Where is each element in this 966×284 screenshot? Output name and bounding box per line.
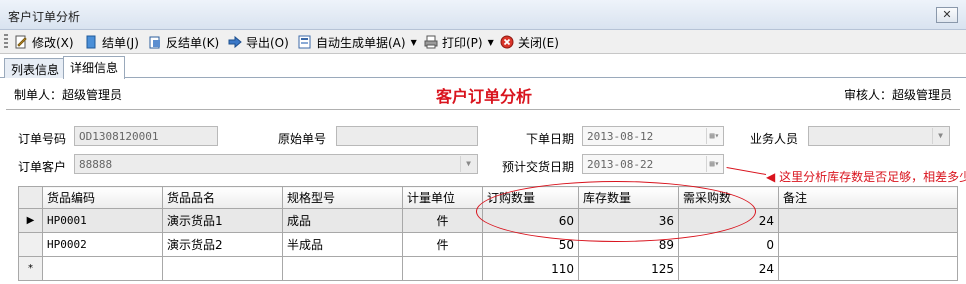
form-generate-icon: [298, 35, 311, 49]
divider: [6, 109, 960, 110]
total-stock: 125: [578, 256, 679, 281]
total-ordered: 110: [482, 256, 579, 281]
maker-label: 制单人：超级管理员: [14, 88, 123, 102]
export-label: 导出(O): [246, 35, 289, 50]
order-no-label: 订单号码: [18, 132, 67, 146]
chevron-down-icon[interactable]: ▼: [460, 156, 476, 172]
annotation-note: ◀ 这里分析库存数是否足够，相差多少: [766, 168, 966, 185]
total-need: 24: [678, 256, 779, 281]
salesperson-label: 业务人员: [750, 132, 799, 146]
table-row[interactable]: ▶ HP0001 演示货品1 成品 件 60 36 24: [18, 208, 958, 233]
cell-code[interactable]: HP0002: [42, 232, 163, 257]
salesperson-select[interactable]: ▼: [808, 126, 950, 146]
cell-empty[interactable]: [42, 256, 163, 281]
modify-label: 修改(X): [32, 35, 74, 50]
column-header[interactable]: 库存数量: [578, 186, 679, 209]
page-title: 客户订单分析: [436, 87, 533, 106]
tab-strip: 列表信息 详细信息: [0, 56, 966, 79]
edit-icon: [15, 35, 27, 49]
column-header[interactable]: 需采购数: [678, 186, 779, 209]
column-header[interactable]: 规格型号: [282, 186, 403, 209]
customer-value: 88888: [79, 158, 113, 171]
auto-generate-button[interactable]: 自动生成单据(A) ▼: [298, 33, 417, 51]
column-header[interactable]: 订购数量: [482, 186, 579, 209]
column-header[interactable]: 备注: [778, 186, 958, 209]
cell-code[interactable]: HP0001: [42, 208, 163, 233]
cell-empty[interactable]: [162, 256, 283, 281]
close-label: 关闭(E): [518, 35, 559, 50]
new-row-marker[interactable]: *: [18, 256, 43, 281]
column-header[interactable]: 货品编码: [42, 186, 163, 209]
cell-note[interactable]: [778, 232, 958, 257]
row-marker[interactable]: [18, 232, 43, 257]
cell-name[interactable]: 演示货品2: [162, 232, 283, 257]
cell-note[interactable]: [778, 208, 958, 233]
row-selected-marker[interactable]: ▶: [18, 208, 43, 233]
finalize-button[interactable]: 结单(J): [84, 33, 139, 51]
printer-icon: [424, 35, 438, 49]
grid-header-row: 货品编码 货品品名 规格型号 计量单位 订购数量 库存数量 需采购数 备注: [18, 186, 958, 209]
calendar-dropdown-icon[interactable]: ▦▾: [706, 128, 722, 144]
annotation-text: 这里分析库存数是否足够，相差多少: [779, 170, 966, 184]
customer-label: 订单客户: [18, 160, 67, 174]
chevron-down-icon[interactable]: ▼: [488, 38, 494, 47]
print-label: 打印(P): [442, 35, 483, 50]
unfinalize-button[interactable]: 反结单(K): [148, 33, 219, 51]
annotation-arrow: [726, 167, 767, 175]
cell-empty[interactable]: [282, 256, 403, 281]
cell-unit[interactable]: 件: [402, 232, 483, 257]
totals-row[interactable]: * 110 125 24: [18, 256, 958, 281]
print-button[interactable]: 打印(P) ▼: [424, 33, 494, 51]
cell-unit[interactable]: 件: [402, 208, 483, 233]
calendar-dropdown-icon[interactable]: ▦▾: [706, 156, 722, 172]
tab-list-info[interactable]: 列表信息: [4, 58, 67, 78]
row-header-corner: [18, 186, 43, 209]
chevron-down-icon[interactable]: ▼: [932, 128, 948, 144]
cell-empty[interactable]: [778, 256, 958, 281]
reviewer-label: 审核人：超级管理员: [843, 88, 952, 102]
toolbar-grip[interactable]: [4, 34, 8, 50]
cell-need[interactable]: 0: [678, 232, 779, 257]
window-close-button[interactable]: ✕: [936, 7, 958, 23]
close-button[interactable]: 关闭(E): [500, 33, 559, 51]
cell-name[interactable]: 演示货品1: [162, 208, 283, 233]
chevron-down-icon[interactable]: ▼: [411, 38, 417, 47]
finalize-label: 结单(J): [102, 35, 139, 50]
cell-stock[interactable]: 89: [578, 232, 679, 257]
toolbar: 修改(X) 结单(J) 反结单(K) 导出(O) 自动生成单据(A) ▼ 打印(…: [0, 30, 966, 54]
close-circle-icon: [500, 35, 514, 49]
table-row[interactable]: HP0002 演示货品2 半成品 件 50 89 0: [18, 232, 958, 257]
cell-empty[interactable]: [402, 256, 483, 281]
arrow-left-icon: ◀: [766, 170, 776, 184]
cell-ordered[interactable]: 60: [482, 208, 579, 233]
window-title: 客户订单分析: [8, 10, 81, 24]
cell-spec[interactable]: 成品: [282, 208, 403, 233]
column-header[interactable]: 货品品名: [162, 186, 283, 209]
unfinalize-label: 反结单(K): [166, 35, 220, 50]
cell-stock[interactable]: 36: [578, 208, 679, 233]
order-grid: 货品编码 货品品名 规格型号 计量单位 订购数量 库存数量 需采购数 备注 ▶ …: [18, 186, 958, 281]
column-header[interactable]: 计量单位: [402, 186, 483, 209]
cell-need[interactable]: 24: [678, 208, 779, 233]
orig-no-label: 原始单号: [278, 132, 327, 146]
order-date-value: 2013-08-12: [587, 130, 654, 143]
order-no-field[interactable]: OD1308120001: [74, 126, 218, 146]
auto-generate-label: 自动生成单据(A): [316, 35, 406, 50]
cell-spec[interactable]: 半成品: [282, 232, 403, 257]
modify-button[interactable]: 修改(X): [14, 33, 74, 51]
cell-ordered[interactable]: 50: [482, 232, 579, 257]
delivery-date-value: 2013-08-22: [587, 158, 654, 171]
order-date-field[interactable]: 2013-08-12 ▦▾: [582, 126, 724, 146]
export-button[interactable]: 导出(O): [228, 33, 289, 51]
delivery-date-label: 预计交货日期: [502, 160, 575, 174]
document-icon: [86, 35, 96, 49]
delivery-date-field[interactable]: 2013-08-22 ▦▾: [582, 154, 724, 174]
unlock-document-icon: [149, 36, 160, 49]
order-date-label: 下单日期: [526, 132, 575, 146]
title-bar: 客户订单分析 ✕: [0, 0, 966, 30]
tab-detail-info[interactable]: 详细信息: [63, 56, 126, 79]
orig-no-field[interactable]: [336, 126, 478, 146]
customer-select[interactable]: 88888 ▼: [74, 154, 478, 174]
arrow-right-icon: [228, 35, 242, 49]
